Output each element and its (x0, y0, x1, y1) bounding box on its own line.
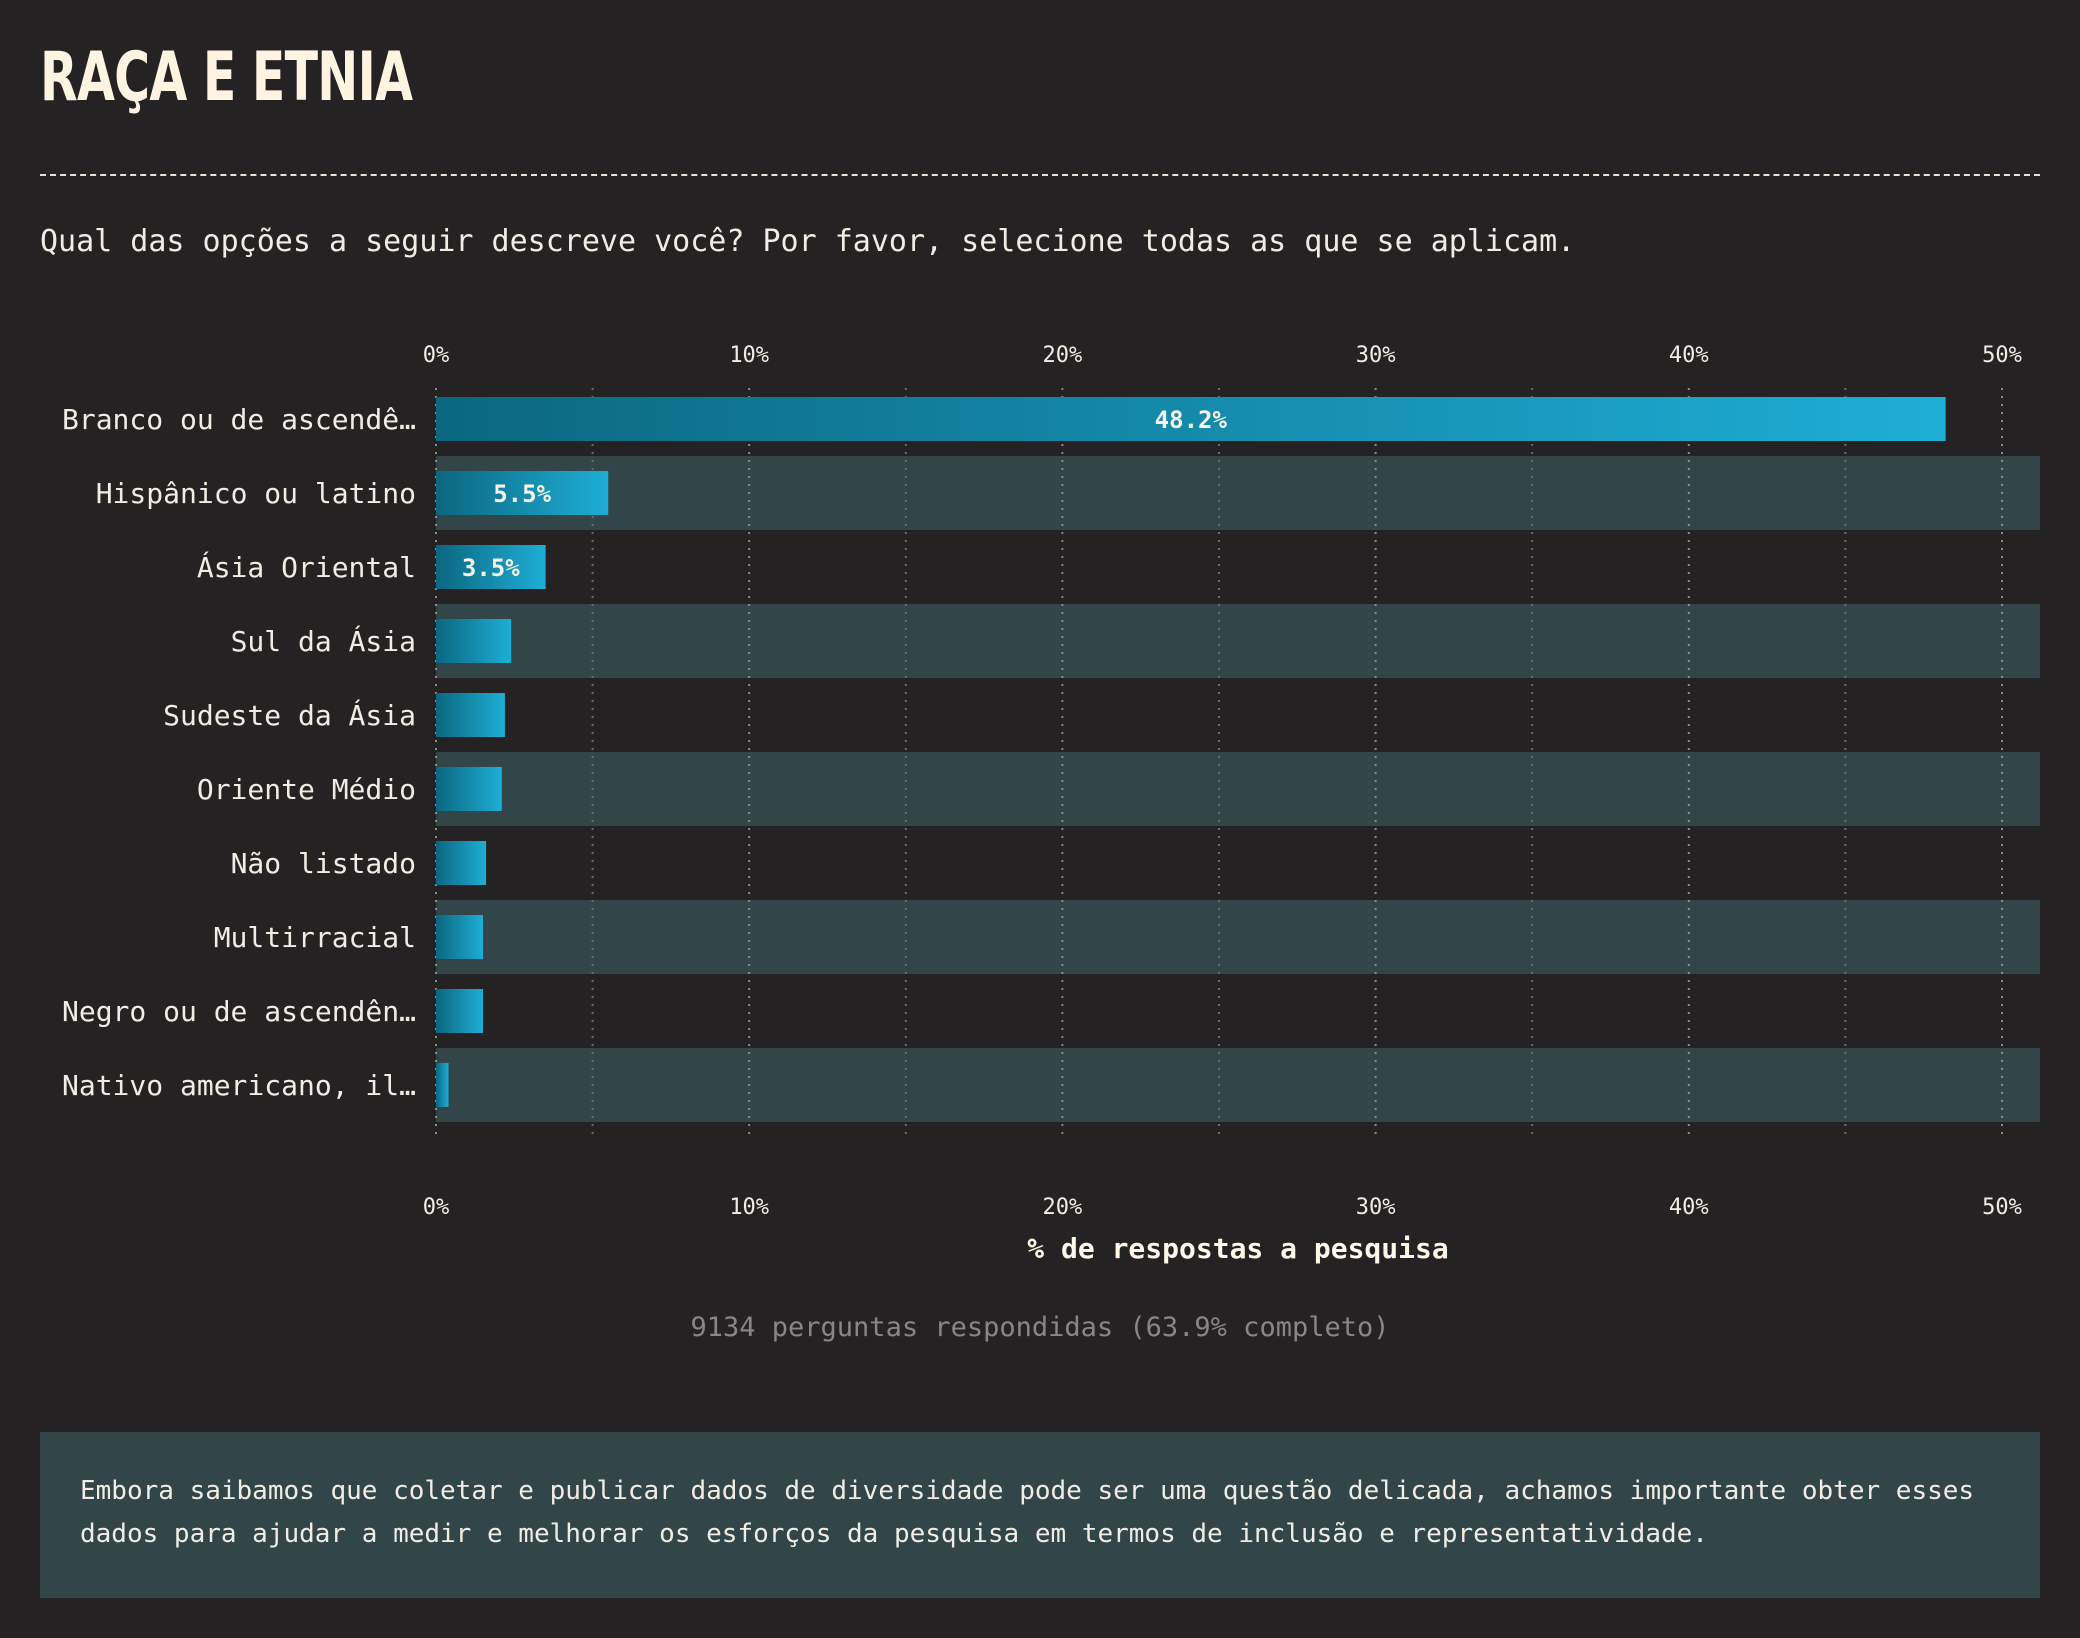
x-tick-label-bottom: 40% (1669, 1195, 1709, 1220)
category-label: Nativo americano, il… (62, 1069, 416, 1102)
title-divider (40, 174, 2040, 176)
x-tick-label-top: 20% (1043, 343, 1083, 368)
info-note-text: Embora saibamos que coletar e publicar d… (80, 1476, 1975, 1549)
category-label: Sudeste da Ásia (163, 698, 416, 732)
data-label: 48.2% (1155, 406, 1228, 434)
x-tick-label-top: 40% (1669, 343, 1709, 368)
bar (436, 841, 487, 885)
x-tick-label-bottom: 20% (1043, 1195, 1083, 1220)
info-note: Embora saibamos que coletar e publicar d… (40, 1432, 2040, 1598)
category-label: Negro ou de ascendên… (62, 995, 416, 1028)
data-label: 3.5% (462, 554, 520, 582)
x-tick-label-bottom: 0% (423, 1195, 450, 1220)
category-label: Ásia Oriental (197, 550, 416, 584)
category-label: Oriente Médio (197, 773, 416, 806)
row-band (436, 1048, 2040, 1122)
bar (436, 619, 512, 663)
bar (436, 767, 502, 811)
bar (436, 989, 483, 1033)
x-tick-label-top: 50% (1982, 343, 2022, 368)
x-axis-label: % de respostas a pesquisa (1027, 1232, 1448, 1265)
category-label: Branco ou de ascendê… (62, 403, 416, 436)
row-band (436, 900, 2040, 974)
bar (436, 693, 505, 737)
bar-chart: Branco ou de ascendê… 48.2% Hispânico ou l… (62, 343, 2040, 1265)
page-title: RAÇA E ETNIA (40, 38, 413, 117)
bar (436, 915, 483, 959)
row-band (436, 456, 2040, 530)
row-band (436, 752, 2040, 826)
row-band (436, 604, 2040, 678)
x-tick-label-bottom: 50% (1982, 1195, 2022, 1220)
x-tick-label-bottom: 30% (1356, 1195, 1396, 1220)
survey-question: Qual das opções a seguir descreve você? … (40, 224, 1576, 259)
category-label: Sul da Ásia (231, 624, 416, 658)
category-label: Não listado (231, 847, 416, 880)
category-label: Hispânico ou latino (96, 477, 416, 510)
x-tick-label-bottom: 10% (729, 1195, 769, 1220)
x-tick-label-top: 30% (1356, 343, 1396, 368)
x-tick-label-top: 0% (423, 343, 450, 368)
data-label: 5.5% (493, 480, 551, 508)
answered-count: 9134 perguntas respondidas (63.9% comple… (690, 1312, 1390, 1343)
category-label: Multirracial (214, 921, 416, 954)
bar (436, 1063, 449, 1107)
x-tick-label-top: 10% (729, 343, 769, 368)
